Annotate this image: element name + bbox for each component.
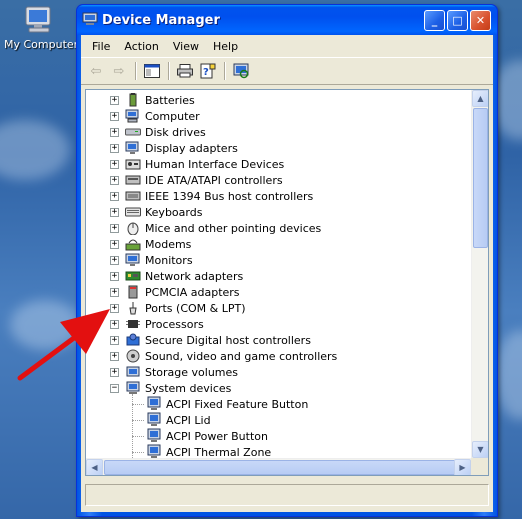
annotation-arrow [17, 309, 110, 381]
